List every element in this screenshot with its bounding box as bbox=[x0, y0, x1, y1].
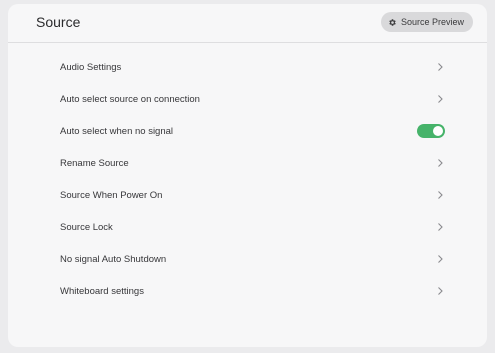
chevron-right-icon bbox=[438, 191, 443, 199]
setting-label: Source When Power On bbox=[60, 189, 163, 201]
setting-auto-select-no-signal: Auto select when no signal bbox=[8, 115, 487, 147]
setting-label: No signal Auto Shutdown bbox=[60, 253, 167, 265]
setting-label: Whiteboard settings bbox=[60, 285, 144, 297]
auto-select-no-signal-toggle[interactable] bbox=[417, 124, 445, 138]
gear-icon bbox=[388, 18, 397, 27]
setting-rename-source[interactable]: Rename Source bbox=[8, 147, 487, 179]
settings-list: Audio Settings Auto select source on con… bbox=[8, 51, 487, 307]
setting-label: Auto select source on connection bbox=[60, 93, 200, 105]
source-preview-button[interactable]: Source Preview bbox=[380, 12, 473, 32]
chevron-right-icon bbox=[438, 63, 443, 71]
chevron-right-icon bbox=[438, 159, 443, 167]
setting-audio-settings[interactable]: Audio Settings bbox=[8, 51, 487, 83]
setting-label: Auto select when no signal bbox=[60, 125, 174, 137]
setting-source-lock[interactable]: Source Lock bbox=[8, 211, 487, 243]
header: Source Source Preview bbox=[8, 4, 487, 43]
setting-label: Audio Settings bbox=[60, 61, 122, 73]
source-preview-label: Source Preview bbox=[400, 17, 464, 27]
chevron-right-icon bbox=[438, 255, 443, 263]
source-settings-panel: Source Source Preview Audio Settings Aut… bbox=[8, 4, 487, 347]
setting-whiteboard-settings[interactable]: Whiteboard settings bbox=[8, 275, 487, 307]
setting-source-when-power-on[interactable]: Source When Power On bbox=[8, 179, 487, 211]
setting-label: Source Lock bbox=[60, 221, 113, 233]
toggle-knob bbox=[433, 126, 443, 136]
chevron-right-icon bbox=[438, 287, 443, 295]
setting-auto-select-on-connection[interactable]: Auto select source on connection bbox=[8, 83, 487, 115]
chevron-right-icon bbox=[438, 95, 443, 103]
chevron-right-icon bbox=[438, 223, 443, 231]
setting-no-signal-auto-shutdown[interactable]: No signal Auto Shutdown bbox=[8, 243, 487, 275]
setting-label: Rename Source bbox=[60, 157, 129, 169]
page-title: Source bbox=[36, 14, 81, 30]
